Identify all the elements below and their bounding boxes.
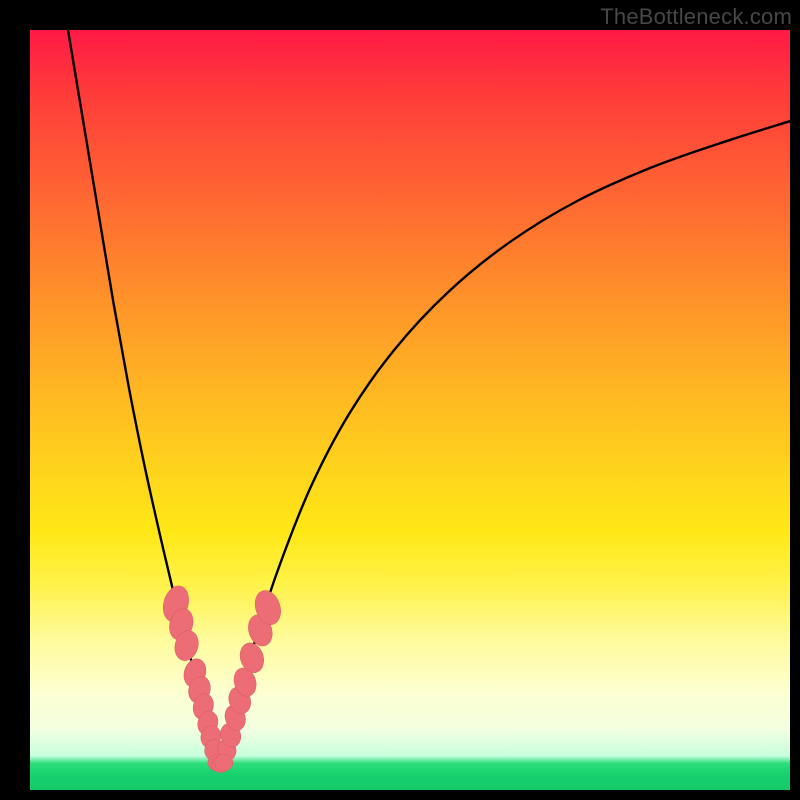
curve-left-branch (68, 30, 218, 763)
chart-svg (30, 30, 790, 790)
watermark-text: TheBottleneck.com (600, 4, 792, 30)
curve-right-branch (223, 121, 790, 763)
bead-cluster (159, 583, 285, 773)
plot-area (30, 30, 790, 790)
bead (215, 754, 233, 771)
chart-stage: TheBottleneck.com (0, 0, 800, 800)
